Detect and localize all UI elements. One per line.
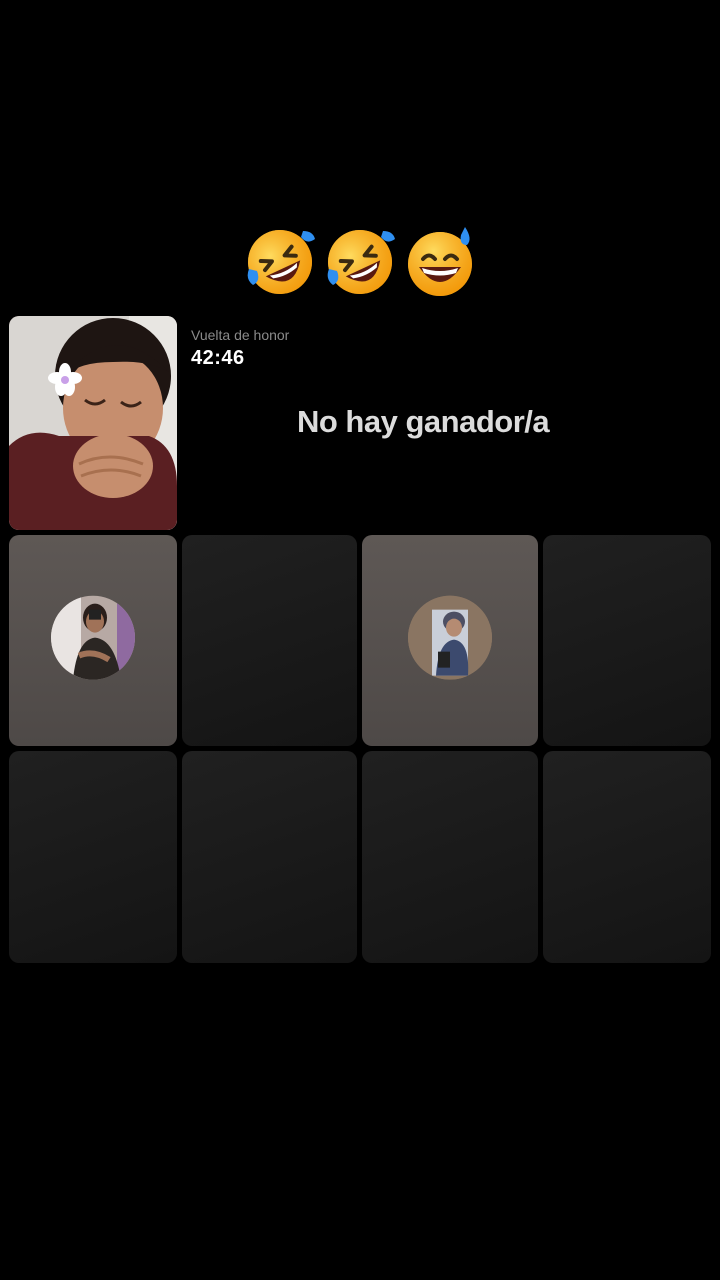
guest-slot-2[interactable] bbox=[182, 535, 357, 746]
guest-avatar[interactable] bbox=[51, 595, 135, 680]
guest-avatar[interactable] bbox=[408, 595, 492, 680]
guest-slot-5[interactable] bbox=[9, 751, 177, 963]
rofl-emoji-icon bbox=[247, 230, 315, 294]
emoji-reactions bbox=[0, 225, 720, 299]
guest-slot-1[interactable] bbox=[9, 535, 177, 746]
guest-slot-3[interactable] bbox=[362, 535, 538, 746]
battle-result: No hay ganador/a bbox=[297, 404, 550, 439]
rofl-emoji-icon bbox=[327, 230, 395, 294]
guest-slot-4[interactable] bbox=[543, 535, 711, 746]
host-video-feed bbox=[9, 316, 177, 530]
guest-avatar-image bbox=[51, 595, 135, 680]
host-video-tile[interactable] bbox=[9, 316, 177, 530]
round-label: Vuelta de honor bbox=[191, 327, 290, 343]
grinning-sweat-emoji-icon bbox=[408, 227, 472, 296]
guest-slot-6[interactable] bbox=[182, 751, 357, 963]
guest-slot-8[interactable] bbox=[543, 751, 711, 963]
guest-avatar-image bbox=[408, 595, 492, 680]
guest-slot-7[interactable] bbox=[362, 751, 538, 963]
battle-timer: 42:46 bbox=[191, 347, 245, 369]
